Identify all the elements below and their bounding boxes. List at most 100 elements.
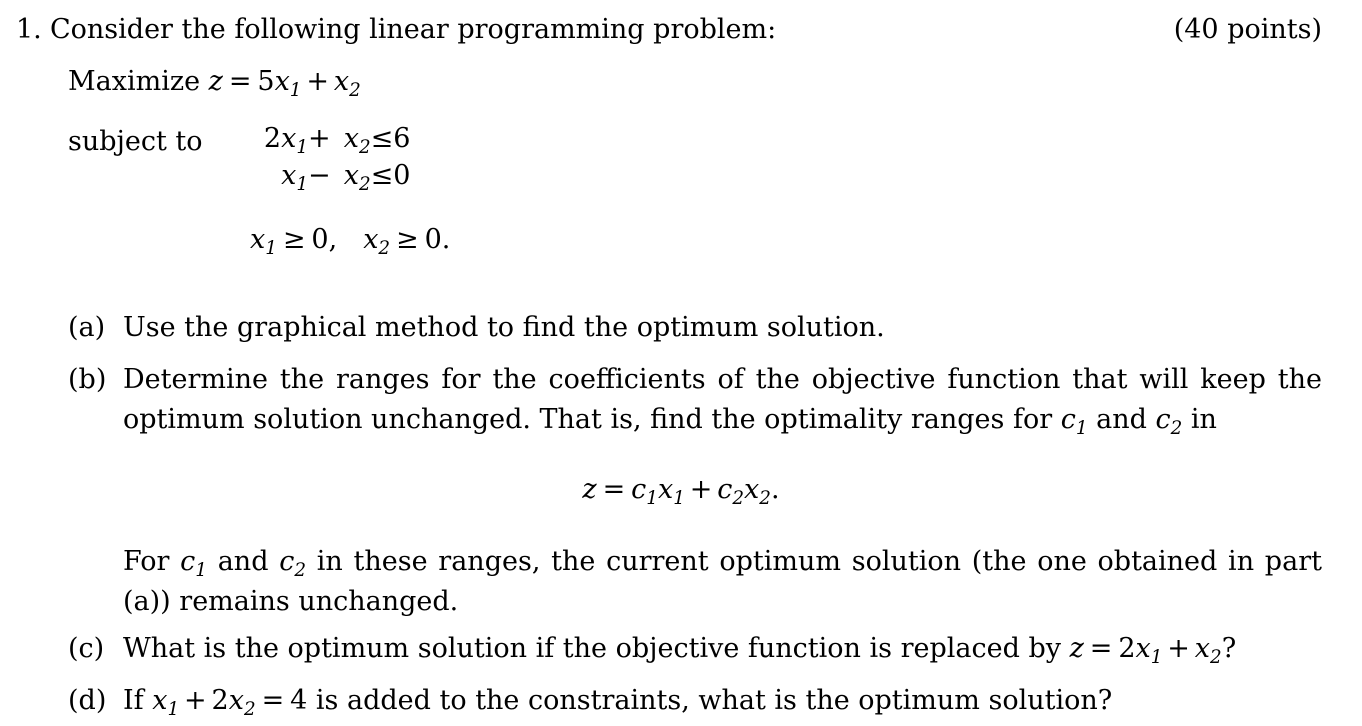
display-eq-x1-sub: 1	[673, 487, 685, 509]
constraint-lhs: 2x1	[250, 120, 308, 157]
document-page: 1. Consider the following linear program…	[0, 0, 1362, 726]
constraint-row: 2x1 + x2 ≤ 6	[250, 120, 421, 157]
item-c-text-before: What is the optimum solution if the obje…	[123, 633, 1061, 664]
maximize-label: Maximize	[68, 66, 201, 97]
objective-operator: +	[306, 66, 329, 97]
item-c-eq-z: z	[1069, 633, 1084, 664]
item-d-text-before: If	[123, 685, 144, 716]
problem-intro-text: Consider the following linear programmin…	[50, 14, 777, 45]
objective-term2-subscript: 2	[349, 79, 361, 101]
item-a-text: Use the graphical method to find the opt…	[123, 312, 885, 343]
item-c-text: What is the optimum solution if the obje…	[123, 629, 1322, 669]
nonneg-sub2: 2	[378, 237, 391, 259]
item-d-eq-op: +	[184, 685, 207, 716]
for-paragraph-part1: For	[123, 546, 170, 577]
constraint-operator: +	[308, 123, 331, 154]
item-d-eq-rhs: 4	[290, 685, 308, 716]
nonneg-rel2: ≥	[396, 224, 419, 255]
for-ranges-paragraph: For c1 and c2 in these ranges, the curre…	[123, 542, 1322, 622]
objective-variable: z	[208, 66, 223, 97]
nonneg-var2: x	[363, 224, 379, 255]
points-label: (40 points)	[1173, 14, 1322, 45]
item-d-eq-sub2: 2	[243, 698, 256, 720]
for-paragraph-part2: in these ranges, the current optimum sol…	[316, 546, 1322, 577]
nonneg-var1: x	[250, 224, 266, 255]
display-eq-c1-sub: 1	[646, 487, 658, 509]
display-eq-x2: x	[744, 474, 760, 505]
item-d-text: If x1 +2x2 = 4 is added to the constraints,…	[123, 681, 1322, 721]
item-c-tag: (c)	[68, 633, 105, 664]
item-b-c2: c	[1155, 404, 1171, 435]
item-d-tag: (d)	[68, 685, 107, 716]
constraint-lhs: x1	[250, 157, 308, 194]
for-paragraph-c1-sub: 1	[195, 559, 207, 581]
item-c-eq-tail: ?	[1221, 633, 1237, 664]
constraint-mid-variable: x	[343, 123, 359, 154]
item-d-eq-coefficient: 2	[211, 685, 229, 716]
item-c-eq-coefficient: 2	[1118, 633, 1136, 664]
for-paragraph-line1: For c1 and c2 in these ranges, the curre…	[123, 542, 1322, 582]
constraint-mid: x2	[331, 157, 371, 194]
constraint-lhs-subscript: 1	[296, 173, 308, 195]
objective-term1-coefficient: 5	[257, 66, 275, 97]
item-c-eq-var1: x	[1135, 633, 1151, 664]
item-c-eq-op: +	[1167, 633, 1190, 664]
for-paragraph-line2: (a)) remains unchanged.	[123, 586, 459, 617]
for-paragraph-and: and	[217, 546, 269, 577]
item-d-eq-equals: =	[261, 685, 285, 716]
item-c-eq-equals: =	[1089, 633, 1113, 664]
nonneg-sub1: 1	[265, 237, 277, 259]
item-b-line2: optimum solution unchanged. That is, fin…	[123, 400, 1322, 440]
display-equation: z = c1x1 + c2x2.	[0, 470, 1362, 510]
item-d-eq-sub1: 1	[167, 698, 180, 720]
item-b-line2-part2: in	[1190, 404, 1217, 435]
display-eq-z: z	[582, 474, 597, 505]
constraint-operator: −	[308, 160, 331, 191]
constraint-mid: x2	[331, 120, 371, 157]
constraint-lhs-subscript: 1	[296, 136, 308, 158]
item-b-and: and	[1096, 404, 1147, 435]
constraint-rhs: 0	[393, 160, 411, 191]
constraint-relation: ≤	[370, 160, 394, 191]
item-a-tag: (a)	[68, 312, 106, 343]
item-d-eq-var2: x	[228, 685, 244, 716]
display-eq-c2: c	[717, 474, 733, 505]
display-eq-c1: c	[631, 474, 647, 505]
for-paragraph-c1: c	[180, 546, 196, 577]
display-eq-equals: =	[602, 474, 626, 505]
objective-term1-variable: x	[274, 66, 290, 97]
item-b-text: Determine the ranges for the coefficient…	[123, 360, 1322, 440]
constraint-rhs: 6	[393, 123, 411, 154]
objective-term1-subscript: 1	[289, 79, 302, 101]
objective-equals: =	[228, 66, 252, 97]
item-c-eq-sub2: 2	[1210, 646, 1222, 668]
objective-term2-variable: x	[333, 66, 350, 97]
item-b-c1: c	[1060, 404, 1076, 435]
constraint-mid-variable: x	[343, 160, 359, 191]
for-paragraph-c2-sub: 2	[294, 559, 307, 581]
subject-to-label: subject to	[68, 126, 203, 157]
item-c-eq-var2: x	[1194, 633, 1211, 664]
item-d-text-after: is added to the constraints, what is the…	[315, 685, 1113, 716]
for-paragraph-c2: c	[279, 546, 295, 577]
nonneg-val2: 0.	[424, 224, 451, 255]
item-b-c1-sub: 1	[1075, 417, 1088, 439]
problem-number: 1.	[16, 14, 42, 45]
problem-heading-row: 1. Consider the following linear program…	[0, 10, 1362, 54]
nonnegativity-constraints: x1 ≥0, x2 ≥0.	[250, 220, 450, 260]
constraint-lhs-variable: x	[281, 123, 297, 154]
constraint-relation: ≤	[370, 123, 394, 154]
constraint-mid-subscript: 2	[358, 173, 371, 195]
item-b-c2-sub: 2	[1170, 417, 1183, 439]
display-eq-plus: +	[689, 474, 713, 505]
display-eq-x1: x	[657, 474, 674, 505]
display-eq-period: .	[770, 474, 780, 505]
display-eq-c2-sub: 2	[732, 487, 745, 509]
nonneg-rel1: ≥	[282, 224, 306, 255]
constraint-lhs-coefficient: 2	[263, 123, 282, 154]
item-b-line1: Determine the ranges for the coefficient…	[123, 364, 1322, 395]
item-c-eq-sub1: 1	[1150, 646, 1163, 668]
item-b-tag: (b)	[68, 364, 107, 395]
objective-function-line: Maximize z = 5x1 + x2	[68, 62, 361, 102]
display-eq-x2-sub: 2	[759, 487, 771, 509]
